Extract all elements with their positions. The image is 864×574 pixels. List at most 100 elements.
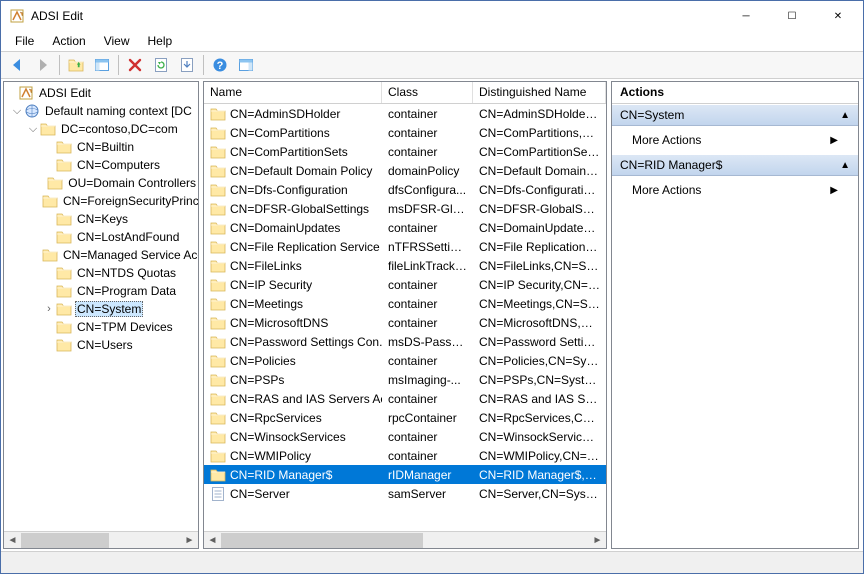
delete-button[interactable] xyxy=(123,54,147,76)
scroll-right-icon[interactable]: ► xyxy=(589,533,606,548)
column-dn[interactable]: Distinguished Name xyxy=(473,82,606,103)
minimize-button[interactable]: ─ xyxy=(723,1,769,31)
tree-item[interactable]: ›CN=System xyxy=(4,300,198,318)
show-hide-action-button[interactable] xyxy=(234,54,258,76)
forward-button[interactable] xyxy=(31,54,55,76)
list-row[interactable]: CN=Password Settings Con...msDS-Passw...… xyxy=(204,332,606,351)
actions-group-rid[interactable]: CN=RID Manager$ ▲ xyxy=(612,154,858,176)
actions-pane: Actions CN=System ▲ More Actions ▶ CN=RI… xyxy=(611,81,859,549)
scroll-left-icon[interactable]: ◄ xyxy=(204,533,221,548)
list-row[interactable]: CN=WMIPolicycontainerCN=WMIPolicy,CN=Sys xyxy=(204,446,606,465)
list-row[interactable]: CN=Dfs-ConfigurationdfsConfigura...CN=Df… xyxy=(204,180,606,199)
help-button[interactable]: ? xyxy=(208,54,232,76)
list-row[interactable]: CN=MeetingscontainerCN=Meetings,CN=Syste xyxy=(204,294,606,313)
list-row[interactable]: CN=DFSR-GlobalSettingsmsDFSR-Glo...CN=DF… xyxy=(204,199,606,218)
cell-dn: CN=Policies,CN=System xyxy=(473,354,606,368)
tree-scrollbar[interactable]: ◄ ► xyxy=(4,531,198,548)
cell-name: CN=Dfs-Configuration xyxy=(230,183,348,197)
tree-item[interactable]: CN=Users xyxy=(4,336,198,354)
tree-view[interactable]: ADSI Edit ⌵ Default naming context [DC ⌵… xyxy=(4,82,198,531)
cell-class: container xyxy=(382,145,473,159)
folder-icon xyxy=(210,353,226,369)
list-row[interactable]: CN=RID Manager$rIDManagerCN=RID Manager$… xyxy=(204,465,606,484)
tree-item[interactable]: OU=Domain Controllers xyxy=(4,174,198,192)
column-class[interactable]: Class xyxy=(382,82,473,103)
up-button[interactable] xyxy=(64,54,88,76)
tree-item[interactable]: CN=Computers xyxy=(4,156,198,174)
actions-group-system[interactable]: CN=System ▲ xyxy=(612,104,858,126)
title-bar[interactable]: ADSI Edit ─ ☐ ✕ xyxy=(1,1,863,31)
tree-item[interactable]: CN=Managed Service Accounts xyxy=(4,246,198,264)
list-row[interactable]: CN=ComPartitionscontainerCN=ComPartition… xyxy=(204,123,606,142)
list-row[interactable]: CN=WinsockServicescontainerCN=WinsockSer… xyxy=(204,427,606,446)
tree-root[interactable]: ADSI Edit xyxy=(4,84,198,102)
tree-item[interactable]: CN=LostAndFound xyxy=(4,228,198,246)
actions-more-system[interactable]: More Actions ▶ xyxy=(612,126,858,154)
menu-help[interactable]: Help xyxy=(140,33,181,49)
cell-name: CN=DomainUpdates xyxy=(230,221,340,235)
scroll-right-icon[interactable]: ► xyxy=(181,533,198,548)
refresh-button[interactable] xyxy=(149,54,173,76)
tree-item-label: CN=TPM Devices xyxy=(75,320,175,334)
cell-dn: CN=ComPartitions,CN= xyxy=(473,126,606,140)
list-row[interactable]: CN=RAS and IAS Servers Ac...containerCN=… xyxy=(204,389,606,408)
list-row[interactable]: CN=IP SecuritycontainerCN=IP Security,CN… xyxy=(204,275,606,294)
cell-dn: CN=FileLinks,CN=Syste xyxy=(473,259,606,273)
cell-dn: CN=RpcServices,CN=Sy xyxy=(473,411,606,425)
show-hide-tree-button[interactable] xyxy=(90,54,114,76)
list-row[interactable]: CN=PSPsmsImaging-...CN=PSPs,CN=System,D xyxy=(204,370,606,389)
cell-class: container xyxy=(382,354,473,368)
tree-context[interactable]: ⌵ Default naming context [DC xyxy=(4,102,198,120)
folder-icon xyxy=(56,157,72,173)
cell-name: CN=IP Security xyxy=(230,278,312,292)
cell-name: CN=WMIPolicy xyxy=(230,449,311,463)
cell-class: container xyxy=(382,126,473,140)
list-row[interactable]: CN=PoliciescontainerCN=Policies,CN=Syste… xyxy=(204,351,606,370)
menu-view[interactable]: View xyxy=(96,33,138,49)
tree-item[interactable]: CN=ForeignSecurityPrincipals xyxy=(4,192,198,210)
tree-item[interactable]: CN=Keys xyxy=(4,210,198,228)
folder-icon xyxy=(210,296,226,312)
actions-more-rid[interactable]: More Actions ▶ xyxy=(612,176,858,204)
tree-item[interactable]: CN=NTDS Quotas xyxy=(4,264,198,282)
list-body[interactable]: CN=AdminSDHoldercontainerCN=AdminSDHolde… xyxy=(204,104,606,531)
toolbar: ? xyxy=(1,51,863,79)
close-button[interactable]: ✕ xyxy=(815,1,861,31)
cell-name: CN=RID Manager$ xyxy=(230,468,332,482)
window-title: ADSI Edit xyxy=(31,9,723,23)
folder-icon xyxy=(210,391,226,407)
cell-class: container xyxy=(382,316,473,330)
list-row[interactable]: CN=FileLinksfileLinkTracki...CN=FileLink… xyxy=(204,256,606,275)
back-button[interactable] xyxy=(5,54,29,76)
folder-icon xyxy=(210,258,226,274)
list-row[interactable]: CN=MicrosoftDNScontainerCN=MicrosoftDNS,… xyxy=(204,313,606,332)
folder-icon xyxy=(56,211,72,227)
folder-icon xyxy=(42,247,58,263)
tree-item[interactable]: CN=Builtin xyxy=(4,138,198,156)
list-row[interactable]: CN=ComPartitionSetscontainerCN=ComPartit… xyxy=(204,142,606,161)
menu-file[interactable]: File xyxy=(7,33,42,49)
folder-icon xyxy=(56,139,72,155)
list-row[interactable]: CN=DomainUpdatescontainerCN=DomainUpdate… xyxy=(204,218,606,237)
column-name[interactable]: Name xyxy=(204,82,382,103)
list-row[interactable]: CN=AdminSDHoldercontainerCN=AdminSDHolde… xyxy=(204,104,606,123)
cell-class: rpcContainer xyxy=(382,411,473,425)
folder-icon xyxy=(56,229,72,245)
tree-item[interactable]: CN=TPM Devices xyxy=(4,318,198,336)
maximize-button[interactable]: ☐ xyxy=(769,1,815,31)
cell-name: CN=WinsockServices xyxy=(230,430,346,444)
tree-item[interactable]: CN=Program Data xyxy=(4,282,198,300)
list-row[interactable]: CN=RpcServicesrpcContainerCN=RpcServices… xyxy=(204,408,606,427)
list-row[interactable]: CN=Default Domain PolicydomainPolicyCN=D… xyxy=(204,161,606,180)
list-row[interactable]: CN=ServersamServerCN=Server,CN=System, xyxy=(204,484,606,503)
list-scrollbar[interactable]: ◄ ► xyxy=(204,531,606,548)
folder-icon xyxy=(210,125,226,141)
menu-action[interactable]: Action xyxy=(44,33,93,49)
list-row[interactable]: CN=File Replication ServicenTFRSSettings… xyxy=(204,237,606,256)
export-list-button[interactable] xyxy=(175,54,199,76)
cell-class: msImaging-... xyxy=(382,373,473,387)
folder-icon xyxy=(56,283,72,299)
folder-icon xyxy=(42,193,58,209)
tree-domain[interactable]: ⌵ DC=contoso,DC=com xyxy=(4,120,198,138)
scroll-left-icon[interactable]: ◄ xyxy=(4,533,21,548)
